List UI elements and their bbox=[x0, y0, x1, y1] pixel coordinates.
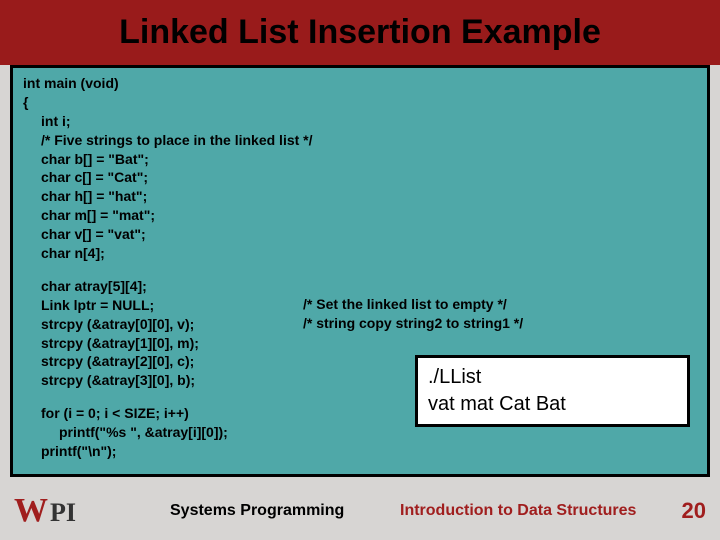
code-line: char c[] = "Cat"; bbox=[23, 168, 697, 187]
code-line: char m[] = "mat"; bbox=[23, 206, 697, 225]
page-number: 20 bbox=[682, 498, 706, 524]
code-line: char b[] = "Bat"; bbox=[23, 150, 697, 169]
logo-w: W bbox=[14, 492, 48, 530]
code-line: char atray[5][4]; bbox=[23, 277, 697, 296]
logo-pi: PI bbox=[50, 498, 76, 528]
code-comment: /* string copy string2 to string1 */ bbox=[303, 314, 523, 333]
footer: W PI Systems Programming Introduction to… bbox=[0, 482, 720, 540]
slide-title: Linked List Insertion Example bbox=[119, 13, 601, 52]
title-bar: Linked List Insertion Example bbox=[0, 0, 720, 65]
output-line: vat mat Cat Bat bbox=[428, 391, 677, 418]
output-box: ./LList vat mat Cat Bat bbox=[415, 355, 690, 427]
wpi-logo: W PI bbox=[14, 492, 76, 530]
code-comment: /* Set the linked list to empty */ bbox=[303, 295, 523, 314]
footer-center-text: Systems Programming bbox=[170, 502, 344, 520]
code-line: int i; bbox=[23, 112, 697, 131]
code-line: int main (void) bbox=[23, 74, 697, 93]
output-line: ./LList bbox=[428, 364, 677, 391]
code-line: char v[] = "vat"; bbox=[23, 225, 697, 244]
code-line: { bbox=[23, 93, 697, 112]
code-line: /* Five strings to place in the linked l… bbox=[23, 131, 697, 150]
code-line: strcpy (&atray[1][0], m); bbox=[23, 334, 697, 353]
code-line: char n[4]; bbox=[23, 244, 697, 263]
code-line: char h[] = "hat"; bbox=[23, 187, 697, 206]
footer-right-text: Introduction to Data Structures bbox=[400, 502, 636, 520]
code-comments: /* Set the linked list to empty */ /* st… bbox=[303, 295, 523, 333]
code-line: printf("\n"); bbox=[23, 442, 697, 461]
